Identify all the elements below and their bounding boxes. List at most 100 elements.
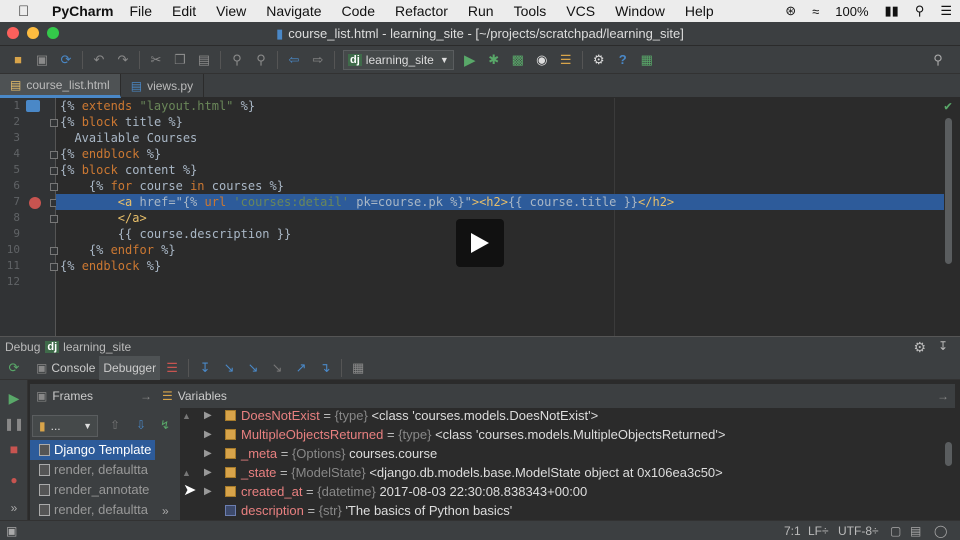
pin-icon[interactable]: → — [140, 389, 152, 403]
code-line[interactable]: {% block title %} — [56, 114, 944, 130]
variable-row[interactable]: ▶ _state = {ModelState} <django.db.models… — [180, 463, 950, 482]
pin-icon[interactable]: → — [937, 389, 949, 403]
menu-navigate[interactable]: Navigate — [266, 3, 321, 19]
run-configuration-select[interactable]: dj learning_site ▼ — [343, 49, 454, 70]
menu-refactor[interactable]: Refactor — [395, 3, 448, 19]
code-line[interactable]: <a href="{% url 'courses:detail' pk=cour… — [56, 194, 944, 210]
expand-arrow-icon[interactable]: ▶ — [204, 482, 212, 501]
menu-vcs[interactable]: VCS — [566, 3, 595, 19]
variable-row[interactable]: ▶ created_at = {datetime} 2017-08-03 22:3… — [180, 482, 950, 501]
bluetooth-icon[interactable]: ⊛ — [785, 3, 796, 19]
expand-arrow-icon[interactable]: ▶ — [204, 463, 212, 482]
tab-debugger[interactable]: Debugger — [99, 355, 161, 380]
rerun-icon[interactable]: ⟳ — [5, 359, 23, 377]
concurrency-icon[interactable]: ☰ — [557, 51, 575, 69]
menu-run[interactable]: Run — [468, 3, 494, 19]
step-into-icon[interactable]: ↘ — [220, 359, 238, 377]
save-icon[interactable]: ▣ — [33, 51, 51, 69]
menu-code[interactable]: Code — [342, 3, 375, 19]
editor-scrollbar[interactable] — [945, 118, 952, 264]
wifi-icon[interactable]: ≈ — [812, 4, 819, 19]
evaluate-expression-icon[interactable]: ▦ — [349, 359, 367, 377]
expand-arrow-icon[interactable]: ▶ — [204, 425, 212, 444]
frame-item[interactable]: render, defaultta — [30, 500, 155, 520]
variable-row[interactable]: ▶ DoesNotExist = {type} <class 'courses.m… — [180, 406, 950, 425]
filter-frames-icon[interactable]: ↯ — [160, 418, 170, 432]
editor-gutter[interactable]: 1 2 3 4 5 6 7 8 9 10 11 12 — [0, 98, 58, 336]
breakpoint-icon[interactable] — [29, 197, 41, 209]
lock-icon[interactable]: ▢ — [890, 524, 901, 538]
copy-icon[interactable]: ❐ — [171, 51, 189, 69]
show-execution-point-icon[interactable]: ☰ — [163, 359, 181, 377]
run-to-cursor-icon[interactable]: ↴ — [316, 359, 334, 377]
step-into-my-code-icon[interactable]: ↘ — [244, 359, 262, 377]
spotlight-icon[interactable]: ⚲ — [915, 3, 925, 19]
battery-percent[interactable]: 100% — [835, 4, 868, 19]
stop-icon[interactable]: ■ — [6, 441, 22, 457]
redo-icon[interactable]: ↷ — [114, 51, 132, 69]
tab-course-list-html[interactable]: ▤ course_list.html — [0, 74, 121, 98]
video-play-button[interactable] — [456, 219, 504, 267]
minimize-window-button[interactable] — [27, 27, 39, 39]
more-actions-icon[interactable]: » — [6, 500, 22, 516]
line-separator[interactable]: LF÷ — [808, 524, 829, 538]
replace-icon[interactable]: ⚲ — [252, 51, 270, 69]
frame-item[interactable]: render, defaultta — [30, 460, 155, 480]
run-icon[interactable]: ▶ — [461, 51, 479, 69]
expand-arrow-icon[interactable]: ▶ — [204, 406, 212, 425]
profile-icon[interactable]: ◉ — [533, 51, 551, 69]
undo-icon[interactable]: ↶ — [90, 51, 108, 69]
variables-scrollbar[interactable] — [945, 442, 952, 466]
view-breakpoints-icon[interactable]: ● — [6, 472, 22, 488]
forward-icon[interactable]: ⇨ — [309, 51, 327, 69]
search-everywhere-icon[interactable]: ⚲ — [929, 51, 947, 69]
battery-icon[interactable]: ▮▮ — [885, 3, 899, 19]
app-menu[interactable]: PyCharm — [52, 3, 113, 19]
gear-icon[interactable]: ⚙ — [913, 339, 926, 356]
step-out-icon[interactable]: ↗ — [292, 359, 310, 377]
git-icon[interactable]: ▤ — [910, 524, 921, 538]
caret-position[interactable]: 7:1 — [784, 524, 801, 538]
step-over-icon[interactable]: ↧ — [196, 359, 214, 377]
cut-icon[interactable]: ✂ — [147, 51, 165, 69]
tab-views-py[interactable]: ▤ views.py — [121, 74, 205, 98]
menu-file[interactable]: File — [129, 3, 152, 19]
tool-windows-icon[interactable]: ▣ — [6, 524, 17, 538]
code-line[interactable]: {% block content %} — [56, 162, 944, 178]
variable-row[interactable]: ▶ MultipleObjectsReturned = {type} <class… — [180, 425, 950, 444]
frame-item[interactable]: Django Template — [30, 440, 155, 460]
code-line[interactable]: {% extends "layout.html" %} — [56, 98, 944, 114]
code-line[interactable]: {% endblock %} — [56, 146, 944, 162]
code-line[interactable] — [56, 274, 944, 290]
menu-window[interactable]: Window — [615, 3, 665, 19]
code-line[interactable]: {% for course in courses %} — [56, 178, 944, 194]
force-step-into-icon[interactable]: ↘ — [268, 359, 286, 377]
more-frames-icon[interactable]: » — [162, 504, 169, 518]
debug-config-label[interactable]: learning_site — [63, 340, 131, 354]
previous-frame-icon[interactable]: ⇧ — [110, 418, 120, 432]
vcs-icon[interactable]: ▦ — [638, 51, 656, 69]
paste-icon[interactable]: ▤ — [195, 51, 213, 69]
code-editor[interactable]: 1 2 3 4 5 6 7 8 9 10 11 12 {% extends "layout.html"… — [0, 98, 960, 336]
menu-help[interactable]: Help — [685, 3, 714, 19]
file-encoding[interactable]: UTF-8÷ — [838, 524, 879, 538]
code-line[interactable]: Available Courses — [56, 130, 944, 146]
expand-arrow-icon[interactable]: ▶ — [204, 444, 212, 463]
help-icon[interactable]: ? — [614, 51, 632, 69]
apple-icon[interactable]:  — [18, 3, 38, 20]
event-log-icon[interactable]: ◯ — [934, 524, 947, 538]
find-icon[interactable]: ⚲ — [228, 51, 246, 69]
pause-icon[interactable]: ❚❚ — [4, 416, 24, 432]
frame-item[interactable]: render_annotate — [30, 480, 155, 500]
thread-selector[interactable]: ▮ ... ▼ — [32, 415, 98, 437]
settings-icon[interactable]: ⚙ — [590, 51, 608, 69]
variable-row[interactable]: ▶ _meta = {Options} courses.course — [180, 444, 950, 463]
open-folder-icon[interactable]: ■ — [9, 51, 27, 69]
back-icon[interactable]: ⇦ — [285, 51, 303, 69]
menu-tools[interactable]: Tools — [514, 3, 547, 19]
hide-panel-icon[interactable]: ↧ — [938, 339, 948, 353]
menu-edit[interactable]: Edit — [172, 3, 196, 19]
debug-icon[interactable]: ✱ — [485, 51, 503, 69]
zoom-window-button[interactable] — [47, 27, 59, 39]
close-window-button[interactable] — [7, 27, 19, 39]
